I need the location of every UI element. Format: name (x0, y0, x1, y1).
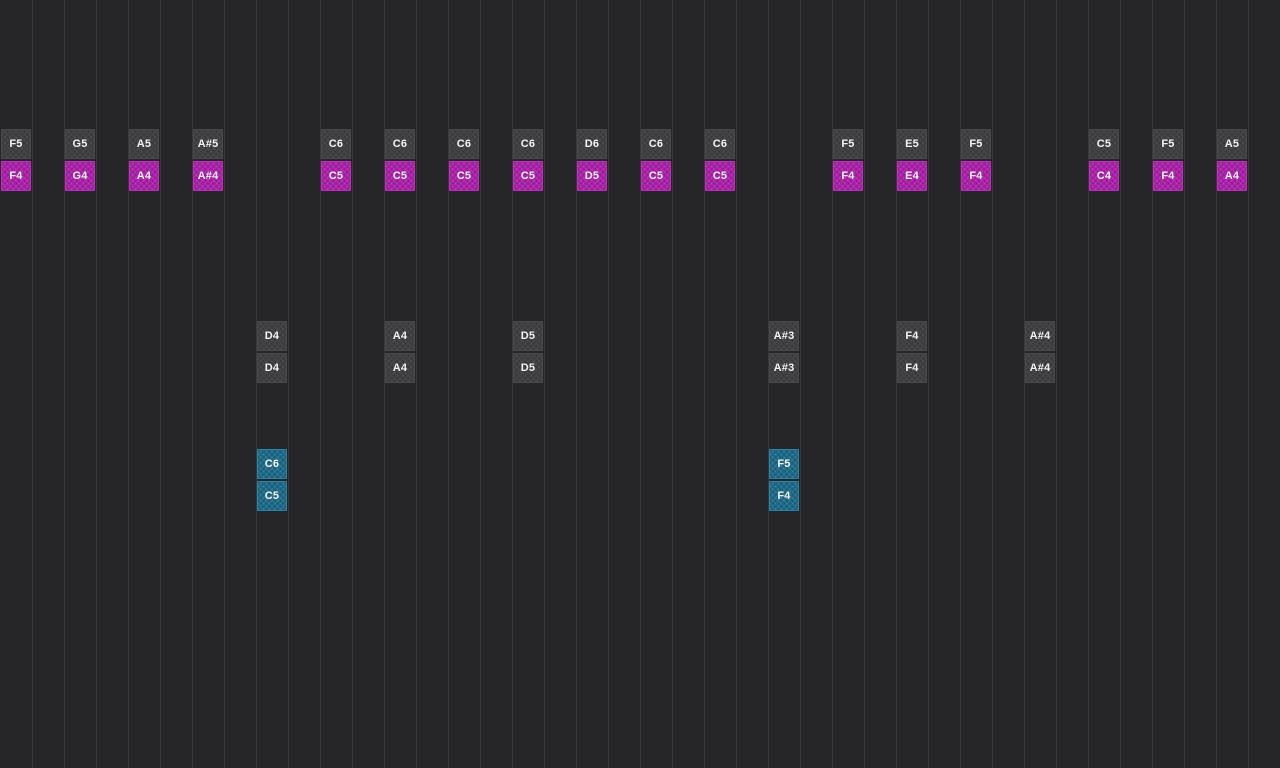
grid-column-line (64, 0, 65, 768)
grid-column-line (1152, 0, 1153, 768)
note-block-magenta[interactable]: C5 (641, 161, 671, 191)
grid-column-line (256, 0, 257, 768)
note-block-grey[interactable]: A#5 (193, 129, 223, 159)
note-block-grey[interactable]: F5 (1, 129, 31, 159)
note-block-magenta[interactable]: A4 (129, 161, 159, 191)
note-block-magenta[interactable]: C5 (385, 161, 415, 191)
grid-column-line (896, 0, 897, 768)
grid-column-line (704, 0, 705, 768)
grid-column-line (32, 0, 33, 768)
note-block-magenta[interactable]: C4 (1089, 161, 1119, 191)
note-block-grey[interactable]: A#4 (1025, 321, 1055, 351)
grid-column-line (608, 0, 609, 768)
note-block-grey[interactable]: C6 (513, 129, 543, 159)
note-block-blue[interactable]: C5 (257, 481, 287, 511)
grid-column-line (192, 0, 193, 768)
note-block-grey[interactable]: F4 (897, 321, 927, 351)
note-block-magenta[interactable]: E4 (897, 161, 927, 191)
sequencer-grid[interactable]: F5 F4 G5 G4 A5 A4 A#5 A#4 D4 D4 C6 C5 C6 C5 C6 C5 A4 A4 C6… (0, 0, 1280, 768)
grid-column-line (224, 0, 225, 768)
grid-column-line (352, 0, 353, 768)
note-block-magenta[interactable]: A#4 (193, 161, 223, 191)
note-block-magenta[interactable]: F4 (961, 161, 991, 191)
grid-column-line (1216, 0, 1217, 768)
note-block-grey[interactable]: F5 (1153, 129, 1183, 159)
note-block-grey[interactable]: A#4 (1025, 353, 1055, 383)
grid-column-line (128, 0, 129, 768)
note-block-magenta[interactable]: C5 (705, 161, 735, 191)
note-block-grey[interactable]: F5 (833, 129, 863, 159)
grid-column-line (416, 0, 417, 768)
note-block-blue[interactable]: F4 (769, 481, 799, 511)
note-block-grey[interactable]: C5 (1089, 129, 1119, 159)
note-block-grey[interactable]: C6 (449, 129, 479, 159)
grid-column-line (864, 0, 865, 768)
grid-column-line (448, 0, 449, 768)
grid-column-line (768, 0, 769, 768)
grid-column-line (1056, 0, 1057, 768)
note-block-grey[interactable]: A4 (385, 353, 415, 383)
note-block-grey[interactable]: C6 (321, 129, 351, 159)
grid-column-line (544, 0, 545, 768)
note-block-grey[interactable]: A#3 (769, 353, 799, 383)
note-block-grey[interactable]: D5 (513, 353, 543, 383)
note-block-magenta[interactable]: A4 (1217, 161, 1247, 191)
grid-column-line (800, 0, 801, 768)
grid-column-line (512, 0, 513, 768)
grid-column-line (640, 0, 641, 768)
note-block-magenta[interactable]: C5 (449, 161, 479, 191)
note-block-grey[interactable]: F5 (961, 129, 991, 159)
grid-column-line (96, 0, 97, 768)
note-block-magenta[interactable]: F4 (1153, 161, 1183, 191)
grid-column-line (1120, 0, 1121, 768)
grid-column-line (672, 0, 673, 768)
grid-column-line (736, 0, 737, 768)
grid-column-line (1024, 0, 1025, 768)
note-block-grey[interactable]: C6 (385, 129, 415, 159)
note-block-magenta[interactable]: F4 (1, 161, 31, 191)
note-block-magenta[interactable]: G4 (65, 161, 95, 191)
note-block-grey[interactable]: C6 (705, 129, 735, 159)
grid-column-line (992, 0, 993, 768)
note-block-magenta[interactable]: C5 (321, 161, 351, 191)
grid-column-line (320, 0, 321, 768)
note-block-grey[interactable]: C6 (641, 129, 671, 159)
grid-column-line (288, 0, 289, 768)
note-block-grey[interactable]: A5 (1217, 129, 1247, 159)
note-block-magenta[interactable]: D5 (577, 161, 607, 191)
grid-column-line (384, 0, 385, 768)
note-block-grey[interactable]: D6 (577, 129, 607, 159)
grid-column-line (1184, 0, 1185, 768)
note-block-grey[interactable]: A4 (385, 321, 415, 351)
grid-column-line (928, 0, 929, 768)
note-block-grey[interactable]: F4 (897, 353, 927, 383)
note-block-grey[interactable]: E5 (897, 129, 927, 159)
grid-column-line (832, 0, 833, 768)
grid-column-line (160, 0, 161, 768)
note-block-magenta[interactable]: C5 (513, 161, 543, 191)
note-block-grey[interactable]: D4 (257, 321, 287, 351)
grid-column-line (960, 0, 961, 768)
note-block-grey[interactable]: A#3 (769, 321, 799, 351)
grid-column-line (576, 0, 577, 768)
note-block-grey[interactable]: D4 (257, 353, 287, 383)
grid-column-line (480, 0, 481, 768)
note-block-grey[interactable]: D5 (513, 321, 543, 351)
note-block-magenta[interactable]: F4 (833, 161, 863, 191)
grid-column-line (1248, 0, 1249, 768)
note-block-grey[interactable]: A5 (129, 129, 159, 159)
note-block-blue[interactable]: F5 (769, 449, 799, 479)
grid-column-line (1088, 0, 1089, 768)
note-block-grey[interactable]: G5 (65, 129, 95, 159)
note-block-blue[interactable]: C6 (257, 449, 287, 479)
